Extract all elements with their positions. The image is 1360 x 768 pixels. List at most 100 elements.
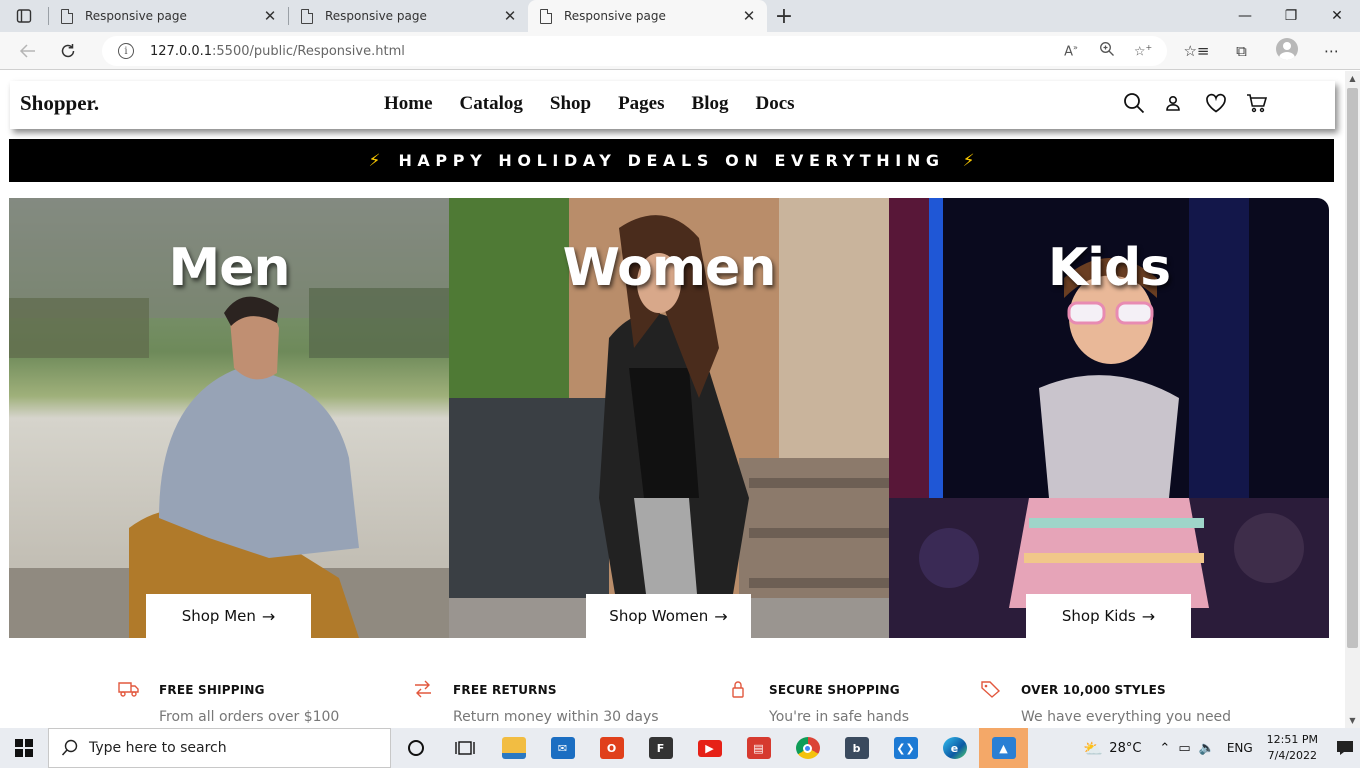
feature-desc: Return money within 30 days bbox=[453, 709, 659, 725]
taskbar-app-f[interactable]: F bbox=[636, 728, 685, 768]
close-window-button[interactable]: ✕ bbox=[1314, 0, 1360, 32]
site-info-icon[interactable]: i bbox=[118, 43, 134, 59]
tab-title: Responsive page bbox=[85, 9, 187, 23]
url-field[interactable]: i 127.0.0.1:5500/public/Responsive.html … bbox=[102, 36, 1167, 66]
app-b-icon: b bbox=[844, 737, 869, 759]
page-scrollbar[interactable]: ▲ ▼ bbox=[1345, 71, 1360, 728]
browser-tab-2[interactable]: Responsive page ✕ bbox=[289, 0, 528, 32]
language-indicator[interactable]: ENG bbox=[1227, 741, 1253, 755]
scroll-up-icon[interactable]: ▲ bbox=[1345, 71, 1360, 86]
new-tab-button[interactable]: + bbox=[767, 0, 801, 32]
button-label: Shop Men bbox=[181, 607, 256, 625]
page-icon bbox=[61, 8, 73, 24]
close-tab-icon[interactable]: ✕ bbox=[741, 7, 757, 25]
lightning-icon: ⚡ bbox=[962, 150, 975, 171]
url-host: 127.0.0.1 bbox=[150, 43, 213, 59]
promo-banner: ⚡ HAPPY HOLIDAY DEALS ON EVERYTHING ⚡ bbox=[9, 139, 1334, 182]
add-favorite-icon[interactable]: ☆+ bbox=[1125, 43, 1161, 59]
nav-catalog[interactable]: Catalog bbox=[460, 93, 523, 115]
close-tab-icon[interactable]: ✕ bbox=[262, 7, 278, 25]
news-icon: ▤ bbox=[746, 737, 771, 759]
features-row: FREE SHIPPING From all orders over $100 … bbox=[0, 676, 1345, 728]
nav-home[interactable]: Home bbox=[384, 93, 433, 115]
volume-icon[interactable]: 🔈 bbox=[1199, 741, 1215, 756]
clock-time: 12:51 PM bbox=[1266, 733, 1318, 746]
category-card-men[interactable]: Men Shop Men → bbox=[9, 198, 449, 638]
cortana-icon bbox=[407, 740, 424, 756]
feature-title: FREE SHIPPING bbox=[159, 683, 265, 697]
taskbar-edge[interactable]: e bbox=[930, 728, 979, 768]
taskbar-youtube[interactable]: ▶ bbox=[685, 728, 734, 768]
browser-tab-3[interactable]: Responsive page ✕ bbox=[528, 0, 767, 32]
scroll-thumb[interactable] bbox=[1347, 88, 1358, 648]
network-icon[interactable]: ▭ bbox=[1178, 741, 1190, 756]
search-placeholder: Type here to search bbox=[89, 740, 227, 756]
taskbar-photos[interactable]: ▲ bbox=[979, 728, 1028, 768]
chevron-up-icon[interactable]: ⌃ bbox=[1159, 741, 1170, 756]
taskbar-office[interactable]: O bbox=[587, 728, 636, 768]
close-tab-icon[interactable]: ✕ bbox=[502, 7, 518, 25]
read-aloud-icon[interactable]: A» bbox=[1053, 43, 1089, 59]
button-label: Shop Kids bbox=[1061, 607, 1136, 625]
taskbar-mail[interactable]: ✉ bbox=[538, 728, 587, 768]
arrow-right-icon: → bbox=[714, 606, 728, 626]
weather-icon: ⛅ bbox=[1083, 738, 1104, 758]
more-menu-icon[interactable]: ⋯ bbox=[1309, 42, 1354, 60]
category-card-women[interactable]: Women Shop Women → bbox=[449, 198, 889, 638]
tab-actions-button[interactable] bbox=[0, 0, 48, 32]
notification-button[interactable] bbox=[1330, 740, 1360, 756]
profile-button[interactable] bbox=[1264, 38, 1309, 64]
folder-icon bbox=[501, 737, 526, 759]
minimize-button[interactable]: — bbox=[1222, 0, 1268, 32]
page-icon bbox=[301, 8, 313, 24]
card-title: Women bbox=[562, 238, 777, 298]
favorites-icon[interactable]: ☆≡ bbox=[1174, 42, 1219, 60]
cortana-button[interactable] bbox=[391, 728, 440, 768]
youtube-icon: ▶ bbox=[697, 739, 722, 757]
nav-shop[interactable]: Shop bbox=[550, 93, 591, 115]
vscode-icon: ❮❯ bbox=[893, 737, 918, 759]
cart-icon[interactable] bbox=[1246, 90, 1287, 116]
shop-men-button[interactable]: Shop Men → bbox=[146, 594, 311, 638]
taskbar-file-explorer[interactable] bbox=[489, 728, 538, 768]
avatar bbox=[1275, 38, 1298, 60]
taskbar-search[interactable]: Type here to search bbox=[48, 728, 391, 768]
system-tray: ⛅ 28°C ⌃ ▭ 🔈 ENG 12:51 PM 7/4/2022 bbox=[1083, 728, 1360, 768]
app-f-icon: F bbox=[648, 737, 673, 759]
taskbar-news[interactable]: ▤ bbox=[734, 728, 783, 768]
nav-blog[interactable]: Blog bbox=[692, 93, 729, 115]
weather-temp: 28°C bbox=[1109, 740, 1142, 756]
search-icon[interactable] bbox=[1123, 90, 1164, 116]
tray-icons: ⌃ ▭ 🔈 bbox=[1155, 741, 1218, 756]
heart-icon[interactable] bbox=[1205, 90, 1246, 116]
clock-date: 7/4/2022 bbox=[1267, 749, 1318, 762]
feature-desc: You're in safe hands bbox=[769, 709, 910, 725]
category-card-kids[interactable]: Kids Shop Kids → bbox=[889, 198, 1329, 638]
taskbar-chrome[interactable] bbox=[783, 728, 832, 768]
start-button[interactable] bbox=[0, 728, 48, 768]
refresh-button[interactable] bbox=[48, 33, 88, 69]
taskbar-app-b[interactable]: b bbox=[832, 728, 881, 768]
user-icon[interactable] bbox=[1164, 90, 1205, 116]
nav-docs[interactable]: Docs bbox=[755, 93, 794, 115]
clock[interactable]: 12:51 PM 7/4/2022 bbox=[1267, 732, 1318, 764]
browser-toolbar: ☆≡ ⧉ ⋯ bbox=[1174, 32, 1354, 70]
collections-icon[interactable]: ⧉ bbox=[1219, 42, 1264, 60]
weather-widget[interactable]: ⛅ 28°C bbox=[1083, 739, 1141, 758]
promo-text: HAPPY HOLIDAY DEALS ON EVERYTHING bbox=[398, 151, 945, 170]
taskbar-vscode[interactable]: ❮❯ bbox=[881, 728, 930, 768]
task-view-button[interactable] bbox=[440, 728, 489, 768]
chrome-icon bbox=[795, 737, 820, 759]
nav-pages[interactable]: Pages bbox=[618, 93, 664, 115]
browser-tab-1[interactable]: Responsive page ✕ bbox=[49, 0, 288, 32]
windows-taskbar: Type here to search ✉ O F ▶ ▤ b ❮❯ e ▲ ⛅… bbox=[0, 728, 1360, 768]
arrow-right-icon: → bbox=[1141, 606, 1156, 626]
zoom-icon[interactable] bbox=[1089, 41, 1125, 61]
restore-button[interactable]: ❐ bbox=[1268, 0, 1314, 32]
shop-kids-button[interactable]: Shop Kids → bbox=[1026, 594, 1191, 638]
scroll-down-icon[interactable]: ▼ bbox=[1345, 713, 1360, 728]
page-icon bbox=[540, 8, 552, 24]
site-logo[interactable]: Shopper. bbox=[20, 91, 99, 116]
shop-women-button[interactable]: Shop Women → bbox=[586, 594, 751, 638]
back-button[interactable] bbox=[8, 33, 48, 69]
